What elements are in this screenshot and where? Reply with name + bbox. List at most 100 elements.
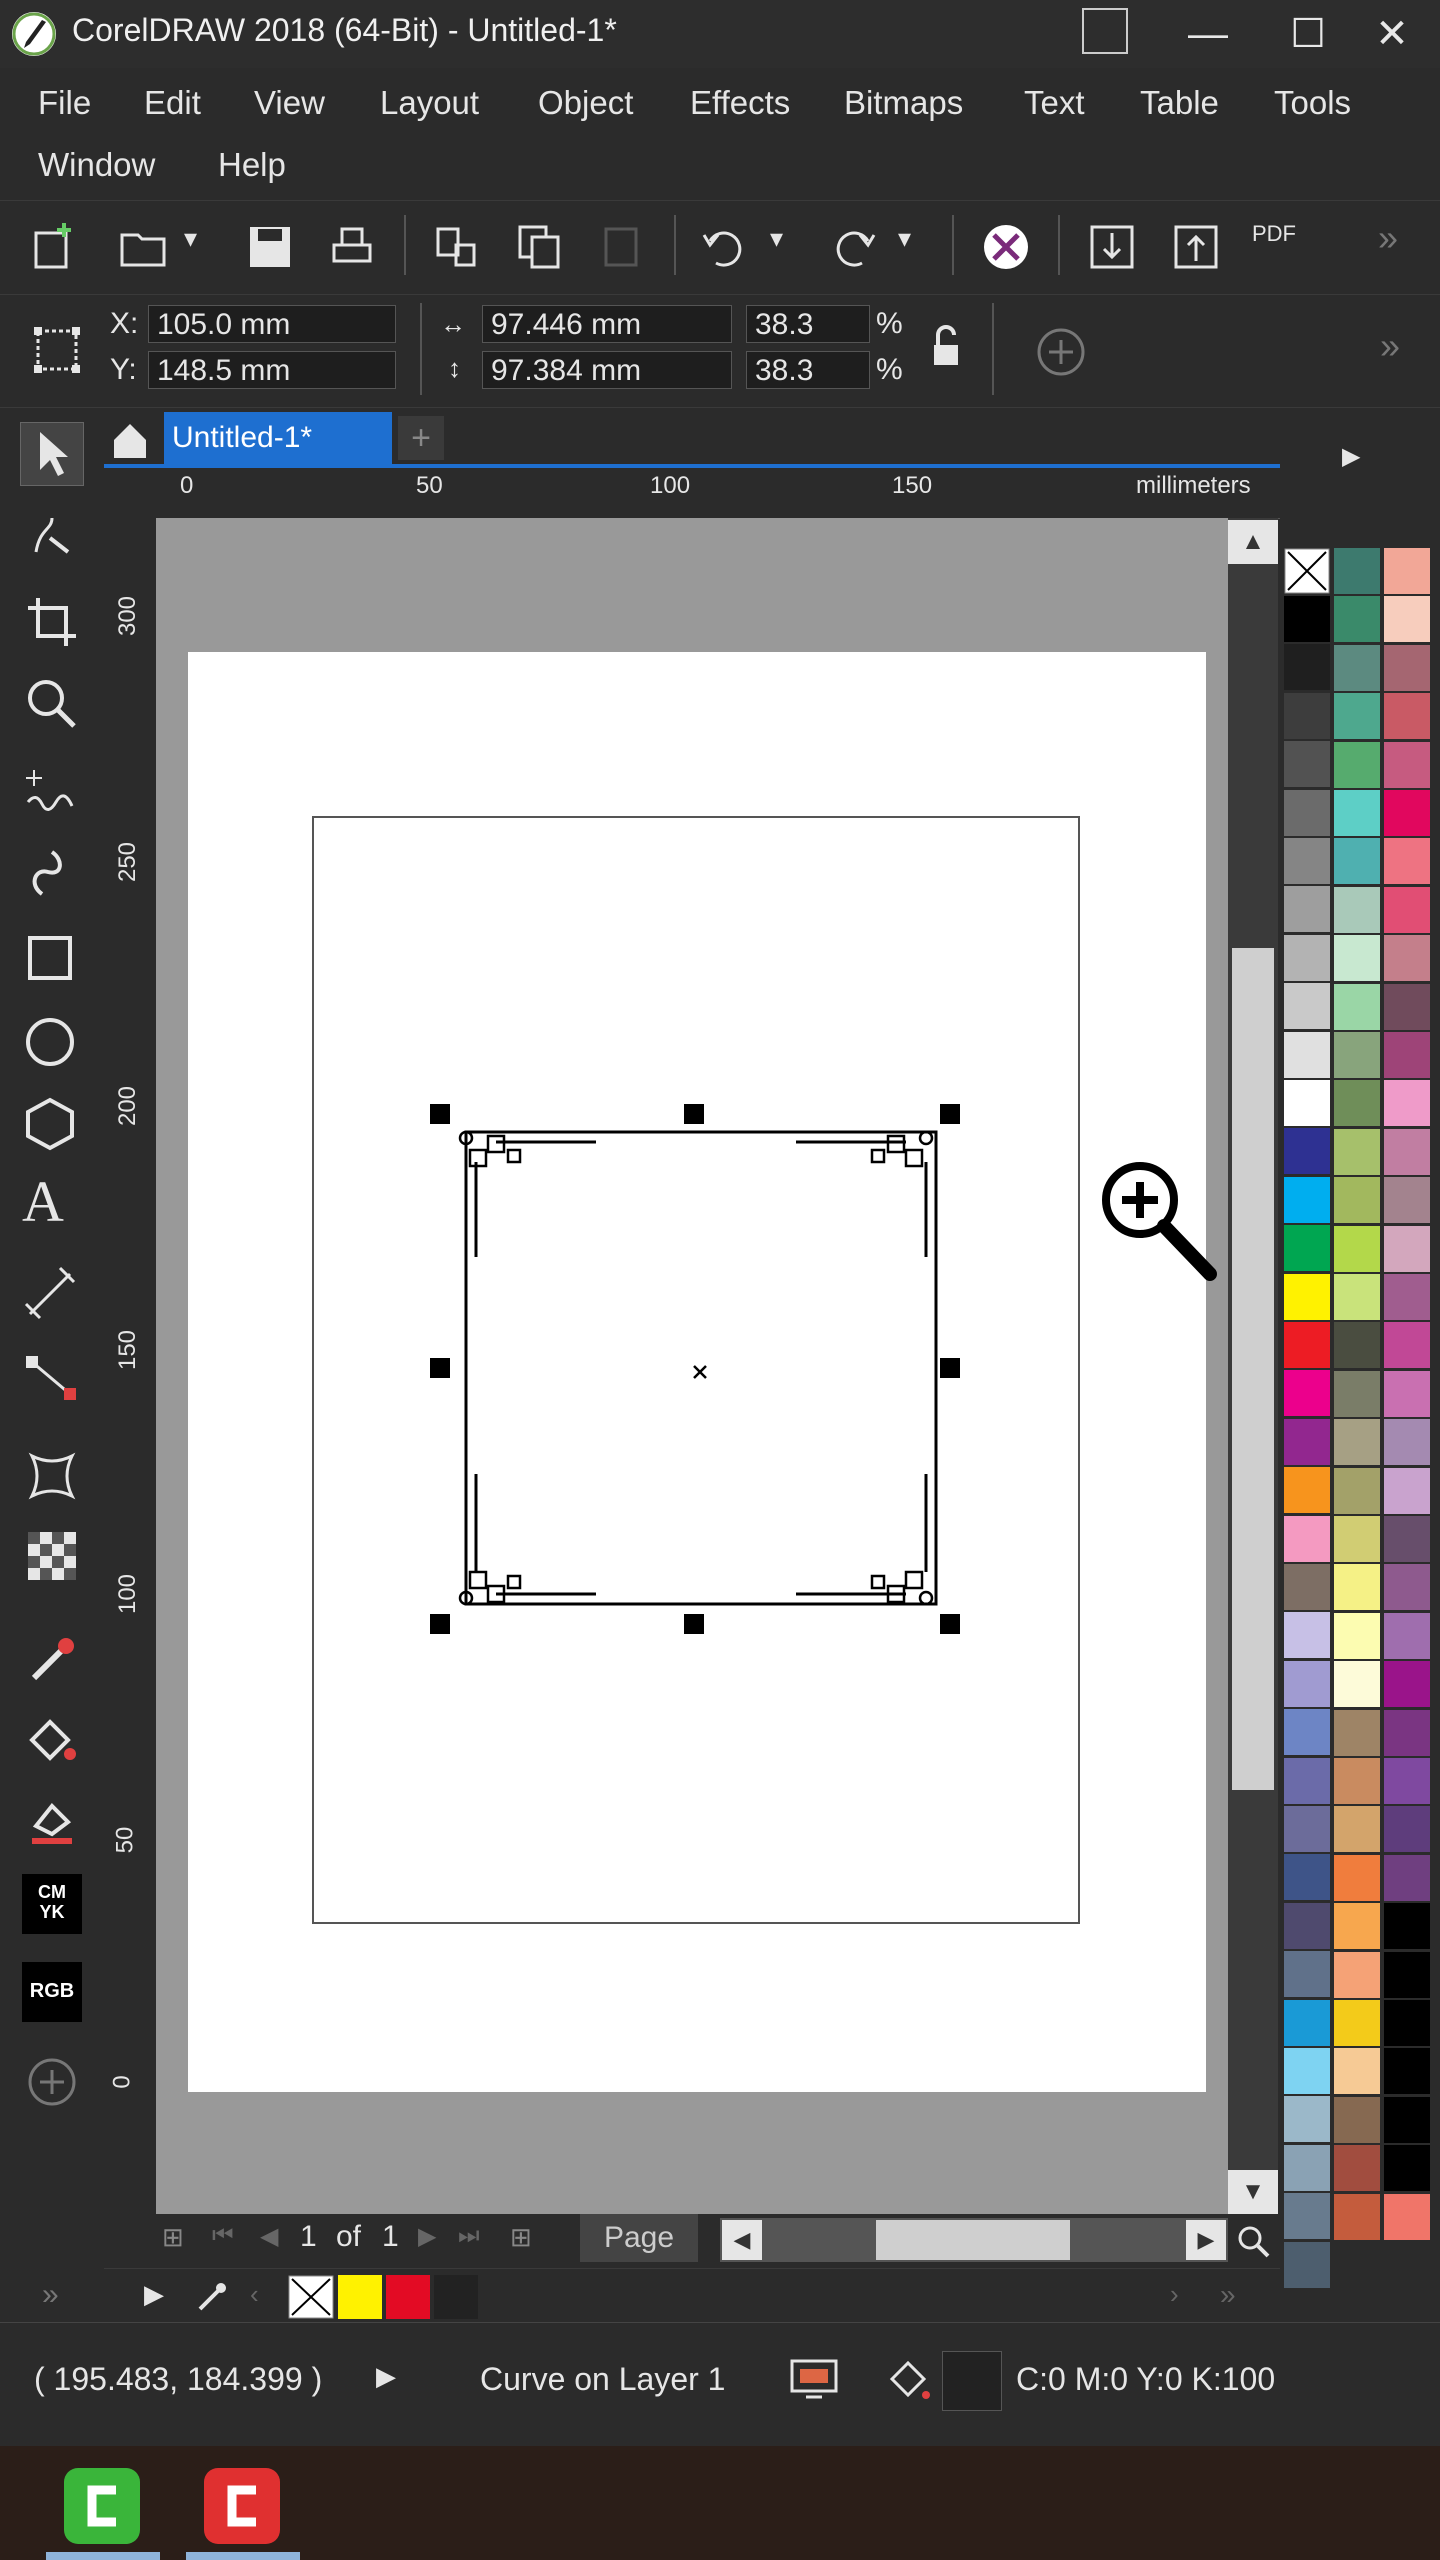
camtasia-red-app-icon[interactable] [204,2468,280,2544]
rgb-mode-icon[interactable]: RGB [22,1962,82,2022]
color-swatch[interactable] [1284,596,1330,642]
color-swatch[interactable] [1334,596,1380,643]
color-swatch[interactable] [1284,1128,1330,1175]
color-swatch[interactable] [1334,2145,1380,2192]
palette-flyout-icon[interactable]: ▶ [1342,442,1360,471]
menu-tools[interactable]: Tools [1274,84,1351,122]
yellow-swatch[interactable] [338,2275,382,2319]
envelope-tool-icon[interactable] [22,1446,82,1506]
color-swatch[interactable] [1284,1806,1330,1852]
last-page-icon[interactable]: ⏭ [458,2222,480,2250]
color-swatch[interactable] [1334,983,1380,1030]
new-tab-button[interactable]: + [398,416,444,460]
color-swatch[interactable] [1284,983,1330,1030]
color-swatch[interactable] [1284,1999,1330,2046]
scroll-up-button[interactable]: ▲ [1228,520,1278,564]
color-swatch[interactable] [1384,1758,1430,1804]
color-swatch[interactable] [1384,644,1430,691]
menu-table[interactable]: Table [1140,84,1219,122]
selection-handle-middle-right[interactable] [940,1358,960,1378]
customize-toolbox-icon[interactable] [22,2052,82,2112]
color-proof-icon[interactable] [790,2357,838,2401]
color-swatch[interactable] [1284,1467,1330,1514]
search-content-icon[interactable] [980,221,1032,273]
shape-tool-icon[interactable] [22,508,82,568]
color-swatch[interactable] [1334,1032,1380,1078]
menu-text[interactable]: Text [1024,84,1085,122]
no-fill-swatch[interactable] [1284,548,1330,594]
parallel-dimension-tool-icon[interactable] [22,1264,82,1324]
color-swatch[interactable] [1284,1564,1330,1610]
scroll-left-button[interactable]: ◀ [722,2220,762,2260]
color-swatch[interactable] [1384,886,1430,933]
toolbar-overflow-button[interactable]: » [1378,217,1398,259]
open-dropdown-icon[interactable]: ▾ [184,223,197,254]
status-expand-icon[interactable]: ▶ [376,2361,396,2392]
color-swatch[interactable] [1284,1273,1330,1320]
vertical-scroll-thumb[interactable] [1232,948,1274,1790]
cut-icon[interactable] [430,221,482,273]
color-swatch[interactable] [1284,789,1330,836]
text-tool-icon[interactable]: A [22,1172,82,1232]
color-swatch[interactable] [1284,1080,1330,1126]
save-icon[interactable] [244,221,296,273]
selection-handle-top-left[interactable] [430,1104,450,1124]
color-swatch[interactable] [1334,1854,1380,1901]
menu-help[interactable]: Help [218,146,286,184]
color-swatch[interactable] [1284,2144,1330,2191]
color-swatch[interactable] [1284,1951,1330,1998]
color-swatch[interactable] [1284,1418,1330,1465]
color-swatch[interactable] [1334,1177,1380,1224]
propbar-overflow-button[interactable]: » [1380,325,1400,367]
pick-tool-icon[interactable] [22,424,82,484]
color-swatch[interactable] [1284,1370,1330,1417]
color-swatch[interactable] [1284,1757,1330,1804]
color-swatch[interactable] [1384,1661,1430,1708]
scroll-right-button[interactable]: ▶ [1186,2220,1226,2260]
palette-eyedropper-icon[interactable] [194,2279,230,2315]
color-swatch[interactable] [1284,692,1330,739]
interactive-fill-tool-icon[interactable] [22,1710,82,1770]
color-swatch[interactable] [1384,1080,1430,1127]
color-swatch[interactable] [1284,644,1330,691]
red-swatch[interactable] [386,2275,430,2319]
user-account-icon[interactable] [1082,8,1128,54]
menu-edit[interactable]: Edit [144,84,201,122]
y-position-field[interactable]: 148.5 mm [148,351,396,389]
color-swatch[interactable] [1384,983,1430,1030]
menu-file[interactable]: File [38,84,91,122]
scroll-down-button[interactable]: ▼ [1228,2170,1278,2214]
first-page-icon[interactable]: ⏮ [212,2222,234,2250]
import-icon[interactable] [1086,221,1138,273]
fill-color-swatch[interactable] [942,2351,1002,2411]
color-swatch[interactable] [1284,1176,1330,1223]
color-swatch[interactable] [1284,1515,1330,1562]
publish-pdf-button[interactable]: PDF [1252,221,1296,247]
crop-tool-icon[interactable] [22,592,82,652]
menu-object[interactable]: Object [538,84,633,122]
copy-icon[interactable] [514,221,566,273]
color-swatch[interactable] [1334,644,1380,691]
color-swatch[interactable] [1384,2145,1430,2192]
color-swatch[interactable] [1384,2000,1430,2046]
color-swatch[interactable] [1334,1758,1380,1804]
color-swatch[interactable] [1334,1274,1380,1320]
camtasia-green-app-icon[interactable] [64,2468,140,2544]
selection-handle-bottom-left[interactable] [430,1614,450,1634]
selection-handle-top-right[interactable] [940,1104,960,1124]
color-swatch[interactable] [1334,1467,1380,1514]
object-origin-icon[interactable] [32,325,82,375]
palette-expand-icon[interactable]: ▶ [144,2279,164,2310]
fill-indicator-icon[interactable] [886,2357,932,2403]
color-swatch[interactable] [1384,596,1430,643]
color-swatch[interactable] [1334,1661,1380,1708]
color-swatch[interactable] [1334,1128,1380,1175]
color-swatch[interactable] [1334,1516,1380,1562]
connector-tool-icon[interactable] [22,1348,82,1408]
color-swatch[interactable] [1384,935,1430,982]
undo-dropdown-icon[interactable]: ▾ [770,223,783,254]
menu-bitmaps[interactable]: Bitmaps [844,84,963,122]
ellipse-tool-icon[interactable] [22,1012,82,1072]
color-swatch[interactable] [1334,1225,1380,1272]
color-swatch[interactable] [1334,790,1380,836]
